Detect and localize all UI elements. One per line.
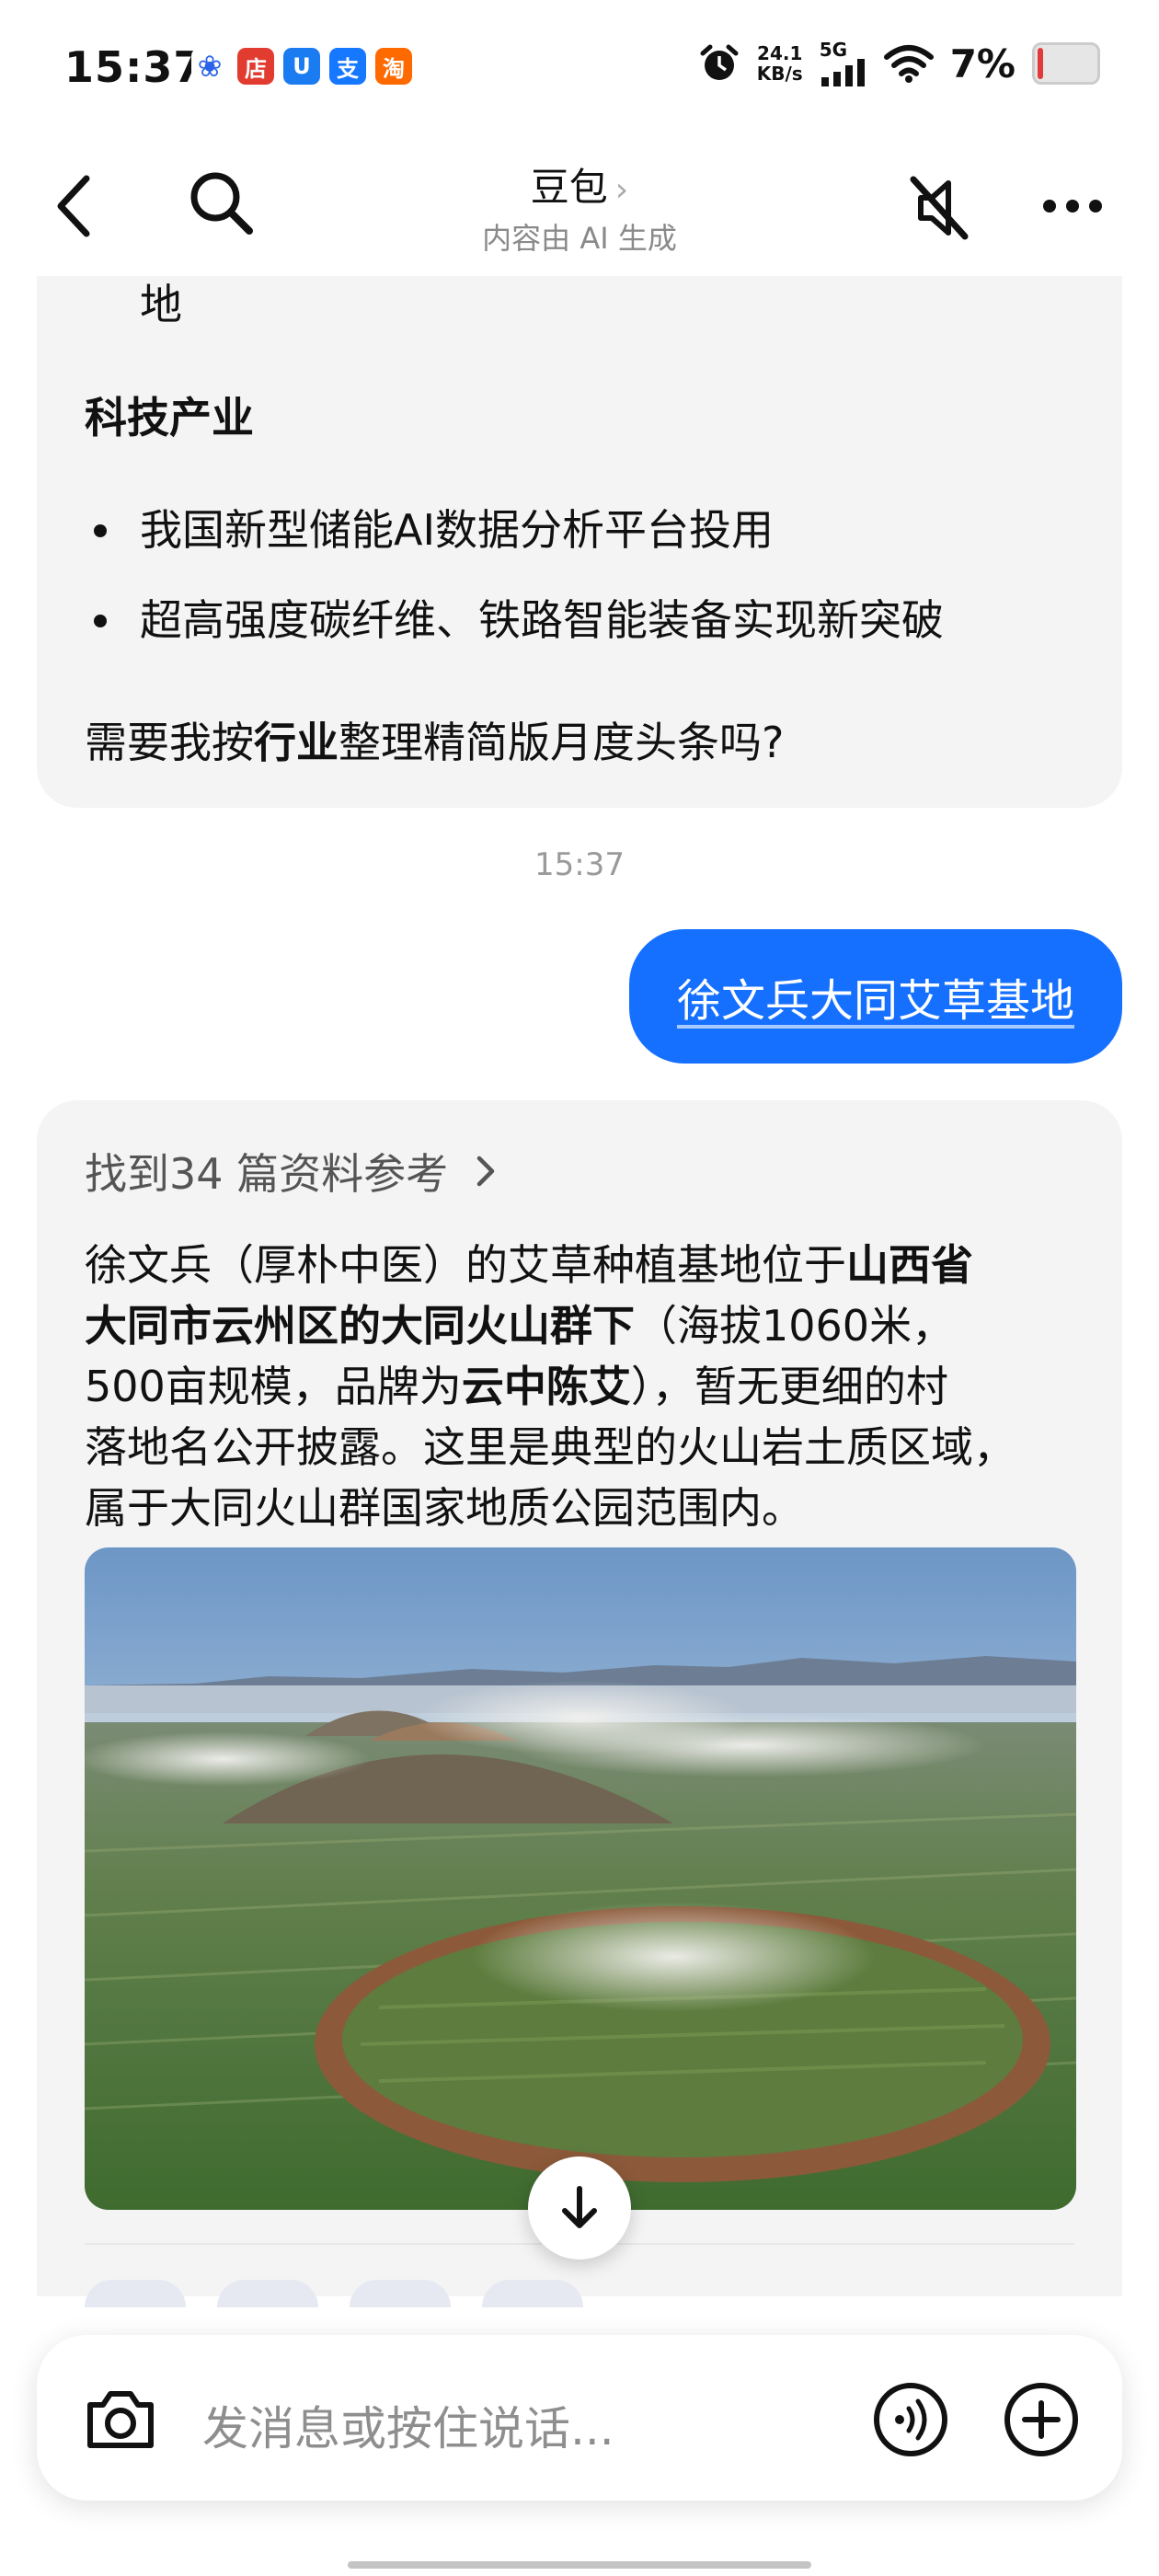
baidu-paw-icon: ❀ [191,48,228,85]
add-button[interactable] [1003,2381,1080,2458]
mute-button[interactable] [903,171,977,245]
suggestion-chip[interactable] [85,2280,186,2307]
scroll-to-bottom-button[interactable] [528,2156,631,2260]
suggestion-chip[interactable] [217,2280,318,2307]
arrow-down-icon [562,2186,597,2228]
prev-bot-message: 地 科技产业 我国新型储能AI数据分析平台投用 超高强度碳纤维、铁路智能装备实现… [37,276,1122,808]
plus-icon [1004,2383,1078,2456]
more-dots-icon [1043,200,1102,213]
cell-signal: 5G [820,40,867,86]
volcano-landscape-image[interactable] [85,1547,1076,2210]
u-app-icon: U [283,48,320,85]
camera-icon [87,2391,154,2448]
net-speed: 24.1 KB/s [756,42,803,85]
chevron-right-icon [476,1156,495,1187]
status-time: 15:37 [64,42,204,92]
battery-percent: 7% [949,40,1016,86]
title-chevron-icon: › [614,171,629,209]
message-timestamp: 15:37 [534,846,625,883]
taobao-icon: 淘 [375,48,412,85]
speaker-muted-icon [910,176,969,240]
suggestion-chip[interactable] [350,2280,451,2307]
shop-icon: 店 [237,48,274,85]
more-button[interactable] [1036,180,1109,232]
bullet-dot [94,524,107,537]
section-title: 科技产业 [85,393,254,443]
follow-up-question: 需要我按行业整理精简版月度头条吗? [85,718,785,767]
user-message-text[interactable]: 徐文兵大同艾草基地 [677,964,1074,1029]
status-right: 24.1 KB/s 5G 7% [698,40,1100,86]
reply-paragraph: 徐文兵（厚朴中医）的艾草种植基地位于山西省 大同市云州区的大同火山群下（海拔10… [85,1240,1016,1533]
truncated-text: 地 [140,280,182,329]
ai-generated-notice: 内容由 AI 生成 [482,221,677,256]
message-input[interactable]: 发消息或按住说话... [202,2392,614,2458]
home-indicator[interactable] [348,2561,811,2569]
landscape-illustration [85,1547,1076,2210]
notification-app-icons: ❀ 店 U 支 淘 [191,48,412,85]
page-title[interactable]: 豆包 › [0,156,1159,213]
voice-call-button[interactable] [872,2381,949,2458]
alipay-icon: 支 [329,48,366,85]
suggestion-chip[interactable] [482,2280,583,2307]
voice-wave-icon [874,2383,947,2456]
bullet-dot [94,615,107,627]
references-link[interactable]: 找到34 篇资料参考 [85,1141,499,1202]
list-item: 超高强度碳纤维、铁路智能装备实现新突破 [85,592,1096,648]
signal-bars-icon [820,59,865,86]
list-item: 我国新型储能AI数据分析平台投用 [85,502,1096,558]
user-message-bubble[interactable]: 徐文兵大同艾草基地 [628,929,1122,1064]
bullet-list: 我国新型储能AI数据分析平台投用 超高强度碳纤维、铁路智能装备实现新突破 [85,502,1096,648]
camera-button[interactable] [79,2383,162,2456]
wifi-icon [883,45,934,83]
alarm-icon [700,44,739,80]
battery-icon [1032,42,1100,85]
